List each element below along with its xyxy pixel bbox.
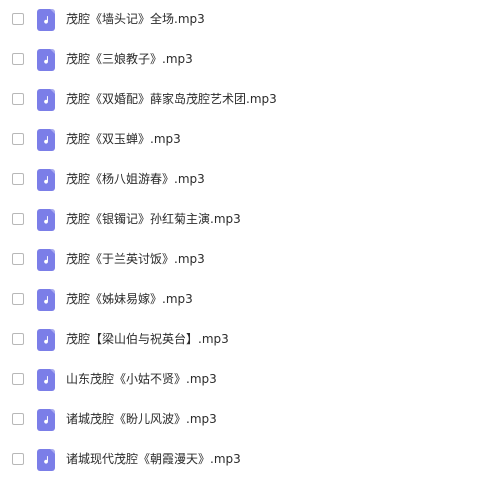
music-note-icon bbox=[37, 289, 55, 311]
file-checkbox[interactable] bbox=[12, 253, 24, 265]
music-note-icon bbox=[37, 89, 55, 111]
file-name[interactable]: 茂腔《双婚配》薛家岛茂腔艺术团.mp3 bbox=[66, 90, 277, 108]
file-checkbox[interactable] bbox=[12, 133, 24, 145]
file-name[interactable]: 茂腔《三娘教子》.mp3 bbox=[66, 50, 193, 68]
file-row[interactable]: 茂腔《姊妹易嫁》.mp3 bbox=[0, 280, 486, 320]
file-row[interactable]: 诸城现代茂腔《朝霞漫天》.mp3 bbox=[0, 440, 486, 480]
file-row[interactable]: 茂腔《于兰英讨饭》.mp3 bbox=[0, 240, 486, 280]
file-row[interactable]: 茂腔《双玉蝉》.mp3 bbox=[0, 120, 486, 160]
music-note-icon bbox=[37, 49, 55, 71]
music-note-icon bbox=[37, 329, 55, 351]
music-note-icon bbox=[37, 209, 55, 231]
file-list: 茂腔《墙头记》全场.mp3 茂腔《三娘教子》.mp3 茂腔《双婚配》薛家岛茂腔艺… bbox=[0, 0, 486, 480]
music-note-icon bbox=[37, 129, 55, 151]
file-name[interactable]: 茂腔【梁山伯与祝英台】.mp3 bbox=[66, 330, 229, 348]
file-name[interactable]: 茂腔《杨八姐游春》.mp3 bbox=[66, 170, 205, 188]
file-checkbox[interactable] bbox=[12, 93, 24, 105]
file-checkbox[interactable] bbox=[12, 333, 24, 345]
file-row[interactable]: 茂腔《双婚配》薛家岛茂腔艺术团.mp3 bbox=[0, 80, 486, 120]
file-checkbox[interactable] bbox=[12, 213, 24, 225]
file-name[interactable]: 茂腔《墙头记》全场.mp3 bbox=[66, 10, 205, 28]
music-note-icon bbox=[37, 449, 55, 471]
music-note-icon bbox=[37, 169, 55, 191]
file-checkbox[interactable] bbox=[12, 373, 24, 385]
file-checkbox[interactable] bbox=[12, 293, 24, 305]
file-name[interactable]: 茂腔《于兰英讨饭》.mp3 bbox=[66, 250, 205, 268]
file-name[interactable]: 茂腔《姊妹易嫁》.mp3 bbox=[66, 290, 193, 308]
file-checkbox[interactable] bbox=[12, 53, 24, 65]
file-checkbox[interactable] bbox=[12, 13, 24, 25]
file-row[interactable]: 茂腔《三娘教子》.mp3 bbox=[0, 40, 486, 80]
file-checkbox[interactable] bbox=[12, 413, 24, 425]
file-row[interactable]: 茂腔《墙头记》全场.mp3 bbox=[0, 0, 486, 40]
music-note-icon bbox=[37, 369, 55, 391]
music-note-icon bbox=[37, 9, 55, 31]
file-checkbox[interactable] bbox=[12, 173, 24, 185]
file-name[interactable]: 茂腔《双玉蝉》.mp3 bbox=[66, 130, 181, 148]
file-row[interactable]: 诸城茂腔《盼儿风波》.mp3 bbox=[0, 400, 486, 440]
file-row[interactable]: 茂腔《银镯记》孙红菊主演.mp3 bbox=[0, 200, 486, 240]
file-name[interactable]: 诸城茂腔《盼儿风波》.mp3 bbox=[66, 410, 217, 428]
music-note-icon bbox=[37, 409, 55, 431]
file-row[interactable]: 茂腔《杨八姐游春》.mp3 bbox=[0, 160, 486, 200]
music-note-icon bbox=[37, 249, 55, 271]
file-checkbox[interactable] bbox=[12, 453, 24, 465]
file-row[interactable]: 山东茂腔《小姑不贤》.mp3 bbox=[0, 360, 486, 400]
file-name[interactable]: 茂腔《银镯记》孙红菊主演.mp3 bbox=[66, 210, 241, 228]
file-name[interactable]: 山东茂腔《小姑不贤》.mp3 bbox=[66, 370, 217, 388]
file-row[interactable]: 茂腔【梁山伯与祝英台】.mp3 bbox=[0, 320, 486, 360]
file-name[interactable]: 诸城现代茂腔《朝霞漫天》.mp3 bbox=[66, 450, 241, 468]
